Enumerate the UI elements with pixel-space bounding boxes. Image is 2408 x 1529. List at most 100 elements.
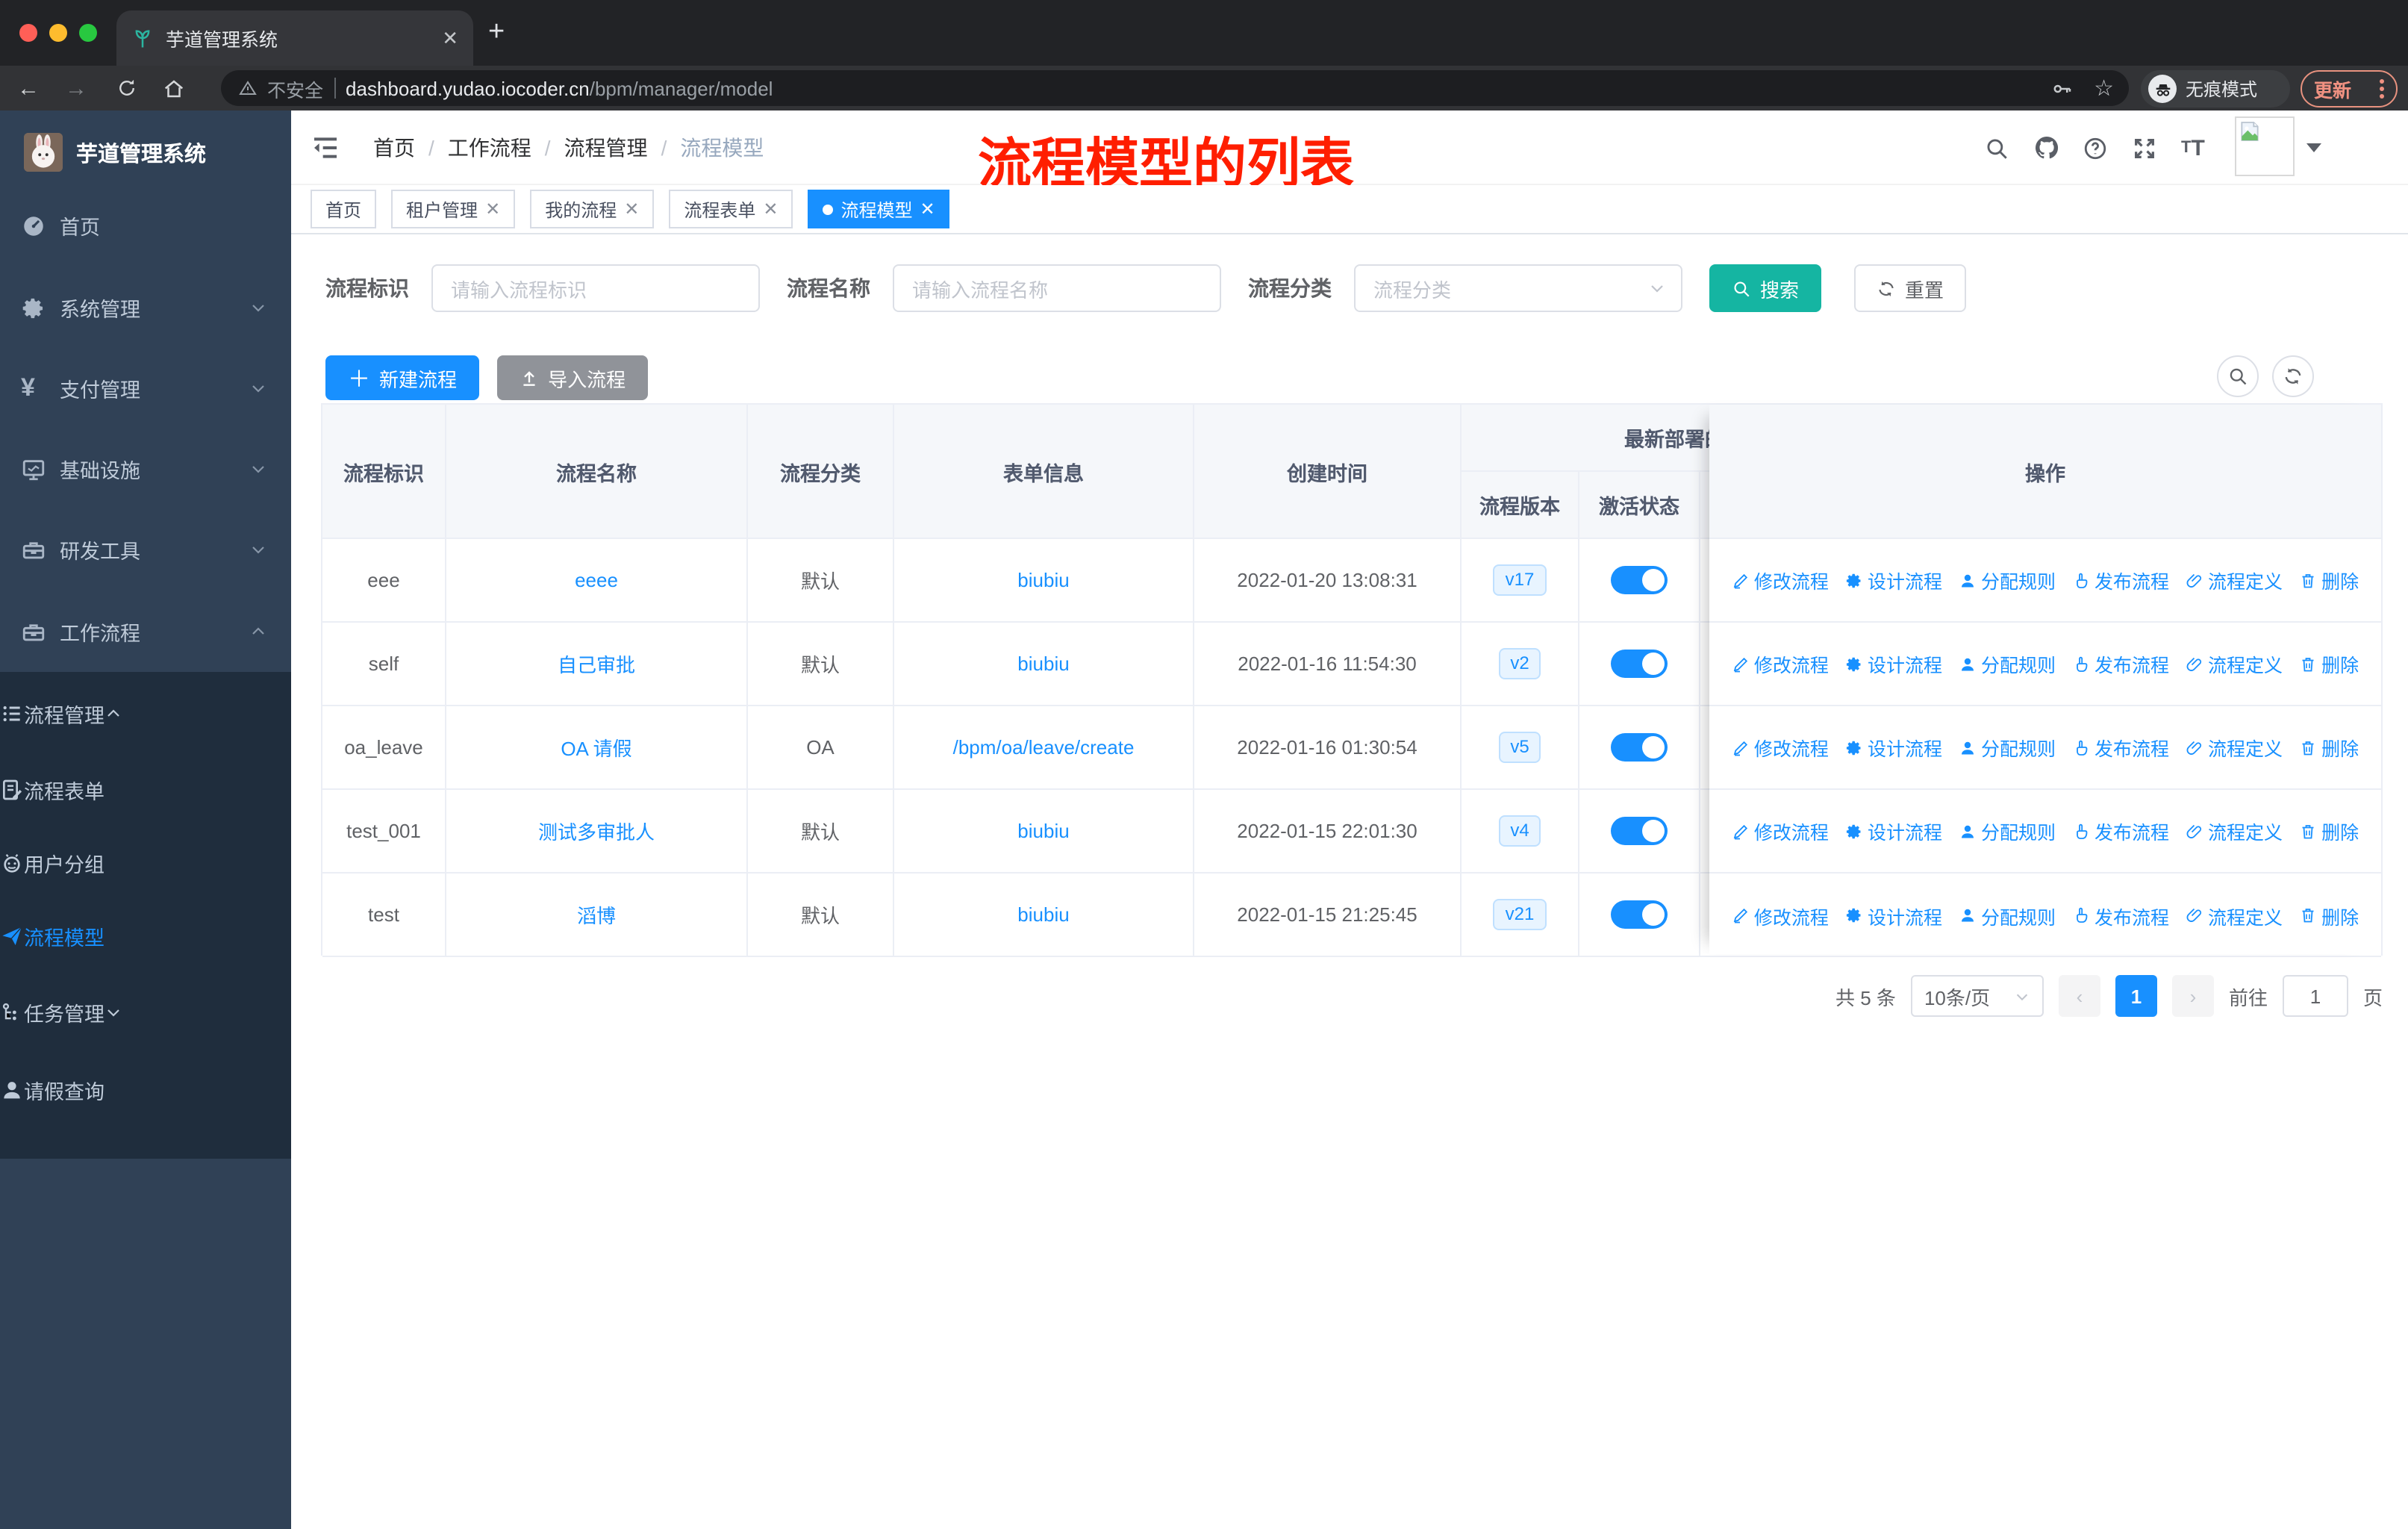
assign-rule-link[interactable]: 分配规则 (1959, 733, 2056, 762)
publish-process-link[interactable]: 发布流程 (2072, 901, 2169, 929)
process-definition-link[interactable]: 流程定义 (2186, 733, 2283, 762)
publish-process-link[interactable]: 发布流程 (2072, 733, 2169, 762)
publish-process-link[interactable]: 发布流程 (2072, 566, 2169, 594)
edit-process-link[interactable]: 修改流程 (1732, 733, 1829, 762)
tag-tenant[interactable]: 租户管理 ✕ (391, 190, 516, 228)
sidebar-item-workflow[interactable]: 工作流程 (0, 591, 291, 672)
forward-icon[interactable]: → (60, 72, 93, 105)
tag-home[interactable]: 首页 (311, 190, 377, 228)
form-link[interactable]: biubiu (1017, 569, 1069, 591)
help-icon[interactable] (2083, 110, 2108, 185)
active-toggle[interactable] (1611, 817, 1668, 845)
reload-icon[interactable] (110, 72, 143, 105)
import-process-button[interactable]: 导入流程 (497, 355, 649, 400)
process-key-input[interactable]: 请输入流程标识 (431, 264, 760, 312)
tab-close-icon[interactable]: ✕ (442, 26, 458, 50)
delete-link[interactable]: 删除 (2299, 901, 2359, 929)
macos-zoom-button[interactable] (79, 24, 97, 42)
close-icon[interactable]: ✕ (485, 199, 500, 219)
version-badge[interactable]: v4 (1498, 815, 1541, 847)
assign-rule-link[interactable]: 分配规则 (1959, 817, 2056, 845)
browser-menu-icon[interactable] (2380, 79, 2384, 99)
publish-process-link[interactable]: 发布流程 (2072, 817, 2169, 845)
bookmark-star-icon[interactable]: ☆ (2094, 75, 2114, 102)
design-process-link[interactable]: 设计流程 (1845, 817, 1942, 845)
github-icon[interactable] (2033, 110, 2060, 185)
assign-rule-link[interactable]: 分配规则 (1959, 901, 2056, 929)
font-size-icon[interactable]: TT (2181, 110, 2205, 185)
sidebar-item-process-form[interactable]: 流程表单 (0, 753, 291, 827)
toggle-search-button[interactable] (2217, 355, 2259, 397)
sidebar-item-process-management[interactable]: 流程管理 (0, 676, 291, 751)
process-definition-link[interactable]: 流程定义 (2186, 901, 2283, 929)
version-badge[interactable]: v17 (1493, 564, 1547, 597)
process-name-link[interactable]: 滔博 (577, 900, 616, 929)
process-name-link[interactable]: OA 请假 (561, 733, 631, 762)
next-page-button[interactable]: › (2171, 975, 2214, 1017)
assign-rule-link[interactable]: 分配规则 (1959, 566, 2056, 594)
avatar-caret-down-icon[interactable] (2306, 143, 2321, 152)
back-icon[interactable]: ← (12, 72, 45, 105)
url-bar[interactable]: 不安全 dashboard.yudao.iocoder.cn/bpm/manag… (221, 70, 2129, 106)
refresh-list-button[interactable] (2272, 355, 2314, 397)
breadcrumb-process-management[interactable]: 流程管理 (564, 133, 648, 163)
new-tab-button[interactable]: + (488, 18, 505, 46)
delete-link[interactable]: 删除 (2299, 733, 2359, 762)
close-icon[interactable]: ✕ (763, 199, 778, 219)
tag-process-form[interactable]: 流程表单 ✕ (669, 190, 793, 228)
process-definition-link[interactable]: 流程定义 (2186, 817, 2283, 845)
sidebar-item-user-group[interactable]: 用户分组 (0, 826, 291, 900)
tag-process-model[interactable]: 流程模型 ✕ (808, 190, 950, 228)
version-badge[interactable]: v2 (1498, 647, 1541, 680)
edit-process-link[interactable]: 修改流程 (1732, 650, 1829, 678)
sidebar-item-system[interactable]: 系统管理 (0, 267, 291, 348)
publish-process-link[interactable]: 发布流程 (2072, 650, 2169, 678)
password-key-icon[interactable] (2050, 77, 2073, 99)
search-button[interactable]: 搜索 (1709, 264, 1822, 312)
form-link[interactable]: biubiu (1017, 820, 1069, 842)
edit-process-link[interactable]: 修改流程 (1732, 566, 1829, 594)
close-icon[interactable]: ✕ (624, 199, 639, 219)
page-size-select[interactable]: 10条/页 (1910, 975, 2044, 1017)
process-name-link[interactable]: eeee (575, 569, 618, 591)
edit-process-link[interactable]: 修改流程 (1732, 817, 1829, 845)
macos-minimize-button[interactable] (49, 24, 67, 42)
prev-page-button[interactable]: ‹ (2058, 975, 2100, 1017)
sidebar-item-home[interactable]: 首页 (0, 185, 291, 266)
chrome-update-button[interactable]: 更新 (2301, 70, 2398, 108)
process-category-select[interactable]: 流程分类 (1354, 264, 1682, 312)
version-badge[interactable]: v21 (1493, 898, 1547, 931)
goto-page-input[interactable]: 1 (2282, 975, 2348, 1017)
form-link[interactable]: biubiu (1017, 903, 1069, 926)
process-name-input[interactable]: 请输入流程名称 (893, 264, 1221, 312)
home-icon[interactable] (157, 72, 190, 105)
active-toggle[interactable] (1611, 733, 1668, 762)
active-toggle[interactable] (1611, 900, 1668, 929)
process-definition-link[interactable]: 流程定义 (2186, 650, 2283, 678)
app-logo-row[interactable]: 芋道管理系统 (0, 125, 291, 179)
browser-tab[interactable]: 芋道管理系统 ✕ (116, 10, 473, 66)
sidebar-collapse-icon[interactable] (311, 133, 340, 163)
design-process-link[interactable]: 设计流程 (1845, 733, 1942, 762)
current-page-button[interactable]: 1 (2115, 975, 2157, 1017)
macos-close-button[interactable] (19, 24, 37, 42)
process-name-link[interactable]: 测试多审批人 (538, 817, 655, 845)
breadcrumb-workflow[interactable]: 工作流程 (448, 133, 531, 163)
sidebar-item-leave-query[interactable]: 请假查询 (0, 1053, 291, 1127)
delete-link[interactable]: 删除 (2299, 566, 2359, 594)
version-badge[interactable]: v5 (1498, 731, 1541, 764)
design-process-link[interactable]: 设计流程 (1845, 901, 1942, 929)
sidebar-item-task-management[interactable]: 任务管理 (0, 975, 291, 1050)
delete-link[interactable]: 删除 (2299, 817, 2359, 845)
breadcrumb-home[interactable]: 首页 (373, 133, 415, 163)
close-icon[interactable]: ✕ (920, 199, 935, 219)
sidebar-item-devtools[interactable]: 研发工具 (0, 509, 291, 590)
sidebar-item-process-model[interactable]: 流程模型 (0, 899, 291, 974)
active-toggle[interactable] (1611, 566, 1668, 594)
create-process-button[interactable]: ＋新建流程 (325, 355, 480, 400)
process-definition-link[interactable]: 流程定义 (2186, 566, 2283, 594)
header-search-icon[interactable] (1984, 110, 2009, 185)
form-link[interactable]: /bpm/oa/leave/create (953, 736, 1135, 759)
fullscreen-icon[interactable] (2132, 110, 2157, 185)
tag-my-process[interactable]: 我的流程 ✕ (530, 190, 655, 228)
